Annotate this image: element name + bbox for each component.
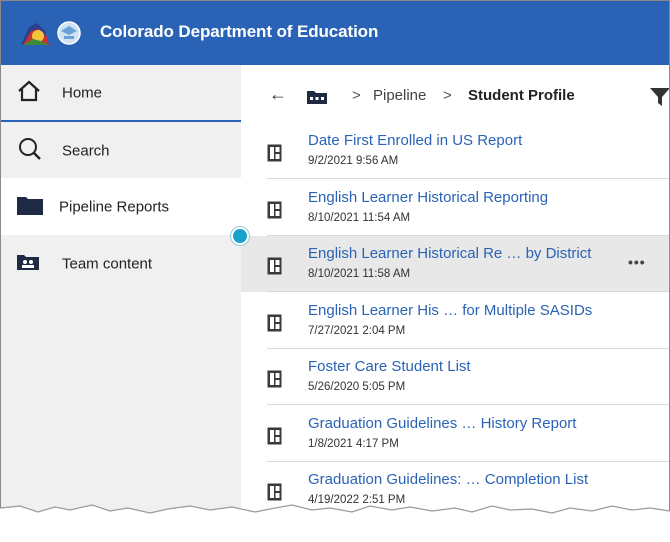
report-title[interactable]: English Learner Historical Re … by Distr… bbox=[308, 245, 591, 262]
sidebar-item-pipeline-reports[interactable]: Pipeline Reports bbox=[1, 178, 241, 235]
breadcrumb-pipeline-link[interactable]: Pipeline bbox=[373, 87, 426, 104]
report-date: 1/8/2021 4:17 PM bbox=[308, 437, 399, 450]
sidebar-item-label: Search bbox=[62, 142, 110, 159]
report-icon bbox=[267, 427, 282, 450]
back-arrow-icon[interactable]: ← bbox=[269, 85, 287, 103]
report-row[interactable]: English Learner Historical Re … by Distr… bbox=[241, 236, 669, 292]
breadcrumb-separator: > bbox=[443, 87, 452, 104]
search-icon bbox=[17, 136, 43, 166]
folder-icon[interactable] bbox=[307, 90, 327, 109]
more-actions-icon[interactable]: ••• bbox=[628, 254, 646, 270]
app-title: Colorado Department of Education bbox=[100, 22, 379, 41]
report-icon bbox=[267, 314, 282, 337]
report-icon bbox=[267, 144, 282, 167]
report-date: 5/26/2020 5:05 PM bbox=[308, 381, 406, 393]
report-date: 8/10/2021 11:58 AM bbox=[308, 268, 411, 280]
breadcrumb: ← > Pipeline > Student Profile bbox=[241, 65, 669, 123]
report-row[interactable]: Graduation Guidelines … History Report 1/… bbox=[241, 406, 669, 462]
header-bar: Colorado Department of Education bbox=[1, 1, 669, 65]
report-row[interactable]: English Learner His … for Multiple SASID… bbox=[241, 293, 669, 349]
report-title[interactable]: Graduation Guidelines … History Report bbox=[308, 415, 576, 432]
torn-edge bbox=[0, 504, 670, 542]
sidebar-item-label: Team content bbox=[62, 255, 153, 272]
sidebar-collapse-handle[interactable] bbox=[231, 227, 249, 245]
team-folder-icon bbox=[17, 254, 39, 274]
report-row[interactable]: English Learner Historical Reporting 8/10… bbox=[241, 180, 669, 236]
report-date: 9/2/2021 9:56 AM bbox=[308, 155, 399, 167]
report-row[interactable]: Foster Care Student List 5/26/2020 5:05 P… bbox=[241, 349, 669, 405]
report-title[interactable]: Foster Care Student List bbox=[308, 358, 471, 375]
report-icon bbox=[267, 201, 282, 224]
cde-logo bbox=[21, 21, 81, 45]
sidebar-item-label: Pipeline Reports bbox=[59, 198, 170, 215]
sidebar-item-team-content[interactable]: Team content bbox=[1, 235, 241, 292]
filter-icon[interactable] bbox=[650, 88, 669, 111]
home-icon bbox=[17, 80, 41, 106]
breadcrumb-current: Student Profile bbox=[468, 87, 575, 104]
folder-icon bbox=[17, 195, 43, 219]
report-icon bbox=[267, 370, 282, 393]
sidebar-item-label: Home bbox=[62, 84, 103, 101]
sidebar: Home Search Pipeline Reports Team conten… bbox=[1, 65, 241, 541]
sidebar-item-home[interactable]: Home bbox=[1, 65, 241, 122]
breadcrumb-separator: > bbox=[352, 87, 361, 104]
app-window: Colorado Department of Education Home Se… bbox=[0, 0, 670, 542]
report-title[interactable]: English Learner His … for Multiple SASID… bbox=[308, 302, 592, 319]
report-date: 7/27/2021 2:04 PM bbox=[308, 324, 406, 337]
report-icon bbox=[267, 257, 282, 280]
report-date: 8/10/2021 11:54 AM bbox=[308, 211, 411, 224]
report-title[interactable]: English Learner Historical Reporting bbox=[308, 189, 548, 206]
sidebar-item-search[interactable]: Search bbox=[1, 122, 241, 179]
report-title[interactable]: Date First Enrolled in US Report bbox=[308, 132, 522, 149]
report-title[interactable]: Graduation Guidelines: … Completion List bbox=[308, 471, 588, 488]
report-row[interactable]: Date First Enrolled in US Report 9/2/2021… bbox=[241, 123, 669, 179]
